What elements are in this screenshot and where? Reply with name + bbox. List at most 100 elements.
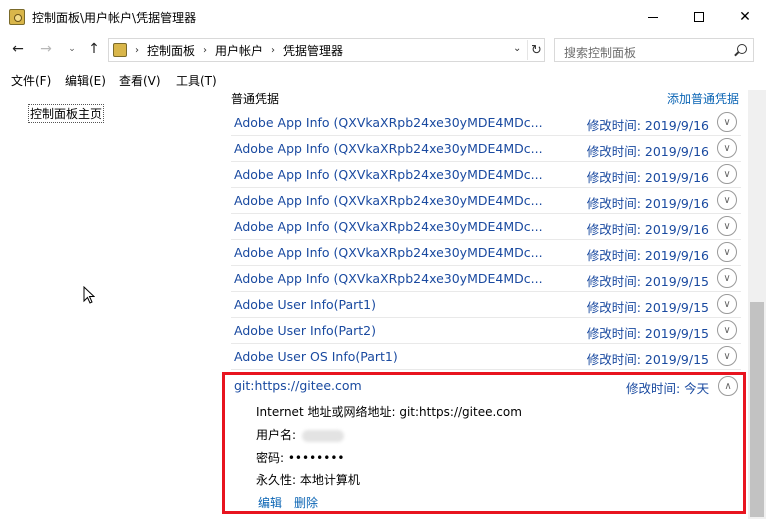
- close-button[interactable]: ✕: [722, 0, 768, 34]
- menu-file[interactable]: 文件(F): [11, 72, 51, 89]
- credential-name[interactable]: Adobe App Info (QXVkaXRpb24xe30yMDE4MDc.…: [234, 141, 543, 156]
- breadcrumb-separator-icon[interactable]: ›: [203, 45, 207, 56]
- back-arrow-icon: ←: [12, 41, 24, 57]
- menu-edit[interactable]: 编辑(E): [65, 72, 106, 89]
- recent-locations-button[interactable]: ⌄: [62, 39, 82, 59]
- chevron-down-icon: ∨: [723, 194, 731, 206]
- control-panel-home-link[interactable]: 控制面板主页: [28, 104, 105, 123]
- expanded-credential: git:https://gitee.com 修改时间: 今天 ∧ Interne…: [222, 372, 746, 514]
- credential-name[interactable]: Adobe App Info (QXVkaXRpb24xe30yMDE4MDc.…: [234, 245, 543, 260]
- forward-arrow-icon: →: [40, 41, 52, 57]
- credential-row[interactable]: Adobe App Info (QXVkaXRpb24xe30yMDE4MDc.…: [231, 136, 741, 162]
- breadcrumb-control-panel[interactable]: 控制面板: [147, 42, 195, 59]
- credential-row[interactable]: Adobe User OS Info(Part1) 修改时间: 2019/9/15…: [231, 344, 741, 370]
- credential-modified: 修改时间: 2019/9/16: [586, 196, 709, 211]
- chevron-down-icon: ∨: [723, 298, 731, 310]
- credential-password: 密码: ••••••••: [256, 451, 345, 465]
- chevron-up-icon: ∧: [724, 380, 732, 392]
- credential-row[interactable]: Adobe App Info (QXVkaXRpb24xe30yMDE4MDc.…: [231, 266, 741, 292]
- credential-modified: 修改时间: 2019/9/15: [586, 326, 709, 341]
- refresh-icon: ↻: [531, 42, 542, 58]
- credential-name[interactable]: Adobe User OS Info(Part1): [234, 349, 398, 364]
- credential-modified: 修改时间: 2019/9/16: [586, 222, 709, 237]
- breadcrumb-separator-icon[interactable]: ›: [271, 45, 275, 56]
- credential-row[interactable]: Adobe User Info(Part1) 修改时间: 2019/9/15 ∨: [231, 292, 741, 318]
- credential-name[interactable]: Adobe User Info(Part1): [234, 297, 376, 312]
- title-bar: 控制面板\用户帐户\凭据管理器 ✕: [0, 0, 768, 34]
- forward-button[interactable]: →: [36, 39, 56, 59]
- expand-button[interactable]: ∨: [717, 294, 737, 314]
- expand-button[interactable]: ∨: [717, 164, 737, 184]
- credential-name[interactable]: Adobe App Info (QXVkaXRpb24xe30yMDE4MDc.…: [234, 115, 543, 130]
- control-panel-icon: [113, 43, 127, 57]
- credential-modified: 修改时间: 今天: [626, 381, 710, 396]
- menu-bar: 文件(F) 编辑(E) 查看(V) 工具(T): [0, 68, 768, 90]
- credential-name[interactable]: Adobe User Info(Part2): [234, 323, 376, 338]
- control-panel-icon: [9, 9, 25, 25]
- maximize-button[interactable]: [676, 0, 722, 34]
- add-generic-credential-link[interactable]: 添加普通凭据: [667, 90, 739, 107]
- maximize-icon: [694, 12, 704, 22]
- expand-button[interactable]: ∨: [717, 112, 737, 132]
- edit-link[interactable]: 编辑: [258, 494, 282, 511]
- expand-button[interactable]: ∨: [717, 320, 737, 340]
- minimize-icon: [648, 16, 658, 18]
- credential-name[interactable]: Adobe App Info (QXVkaXRpb24xe30yMDE4MDc.…: [234, 219, 543, 234]
- chevron-down-icon: ∨: [723, 350, 731, 362]
- expand-button[interactable]: ∨: [717, 190, 737, 210]
- chevron-down-icon: ∨: [723, 168, 731, 180]
- menu-view[interactable]: 查看(V): [119, 72, 161, 89]
- credential-modified: 修改时间: 2019/9/15: [586, 274, 709, 289]
- collapse-button[interactable]: ∧: [718, 376, 738, 396]
- chevron-down-icon: ∨: [723, 272, 731, 284]
- up-arrow-icon: ↑: [88, 41, 100, 57]
- back-button[interactable]: ←: [8, 39, 28, 59]
- expand-button[interactable]: ∨: [717, 242, 737, 262]
- credential-row[interactable]: Adobe App Info (QXVkaXRpb24xe30yMDE4MDc.…: [231, 188, 741, 214]
- search-input[interactable]: 搜索控制面板: [554, 38, 754, 62]
- chevron-down-icon: ∨: [723, 246, 731, 258]
- credential-name[interactable]: Adobe App Info (QXVkaXRpb24xe30yMDE4MDc.…: [234, 271, 543, 286]
- credential-name[interactable]: git:https://gitee.com: [234, 378, 362, 393]
- up-button[interactable]: ↑: [84, 39, 104, 59]
- chevron-down-icon: ⌄: [68, 44, 76, 54]
- chevron-down-icon: ∨: [723, 142, 731, 154]
- search-placeholder: 搜索控制面板: [564, 46, 637, 60]
- expand-button[interactable]: ∨: [717, 268, 737, 288]
- delete-link[interactable]: 删除: [294, 494, 318, 511]
- address-bar[interactable]: › 控制面板 › 用户帐户 › 凭据管理器 ⌄ ↻: [108, 38, 545, 62]
- credential-row[interactable]: Adobe User Info(Part2) 修改时间: 2019/9/15 ∨: [231, 318, 741, 344]
- search-icon[interactable]: [737, 44, 747, 54]
- menu-tools[interactable]: 工具(T): [176, 72, 217, 89]
- navigation-bar: ← → ⌄ ↑ › 控制面板 › 用户帐户 › 凭据管理器 ⌄ ↻ 搜索控制面板: [0, 34, 768, 66]
- credential-modified: 修改时间: 2019/9/16: [586, 144, 709, 159]
- credential-row[interactable]: Adobe App Info (QXVkaXRpb24xe30yMDE4MDc.…: [231, 214, 741, 240]
- credential-row[interactable]: Adobe App Info (QXVkaXRpb24xe30yMDE4MDc.…: [231, 240, 741, 266]
- breadcrumb-credential-manager[interactable]: 凭据管理器: [283, 42, 343, 59]
- credential-modified: 修改时间: 2019/9/15: [586, 300, 709, 315]
- credential-username: 用户名:: [256, 426, 345, 443]
- breadcrumb-user-accounts[interactable]: 用户帐户: [215, 42, 263, 59]
- credential-modified: 修改时间: 2019/9/15: [586, 352, 709, 367]
- username-label: 用户名:: [256, 428, 297, 442]
- minimize-button[interactable]: [630, 0, 676, 34]
- mouse-cursor-icon: [83, 286, 95, 304]
- chevron-down-icon: ∨: [723, 220, 731, 232]
- credential-modified: 修改时间: 2019/9/16: [586, 118, 709, 133]
- generic-credentials-heading: 普通凭据: [231, 92, 280, 106]
- credential-name[interactable]: Adobe App Info (QXVkaXRpb24xe30yMDE4MDc.…: [234, 167, 543, 182]
- credential-row[interactable]: Adobe App Info (QXVkaXRpb24xe30yMDE4MDc.…: [231, 162, 741, 188]
- vertical-scrollbar[interactable]: [748, 90, 766, 519]
- close-icon: ✕: [739, 9, 751, 25]
- refresh-button[interactable]: ↻: [527, 40, 545, 60]
- expand-button[interactable]: ∨: [717, 216, 737, 236]
- credential-row[interactable]: Adobe App Info (QXVkaXRpb24xe30yMDE4MDc.…: [231, 110, 741, 136]
- address-dropdown-icon[interactable]: ⌄: [513, 43, 521, 54]
- scrollbar-thumb[interactable]: [750, 302, 764, 517]
- expand-button[interactable]: ∨: [717, 346, 737, 366]
- credential-address: Internet 地址或网络地址: git:https://gitee.com: [256, 405, 522, 419]
- breadcrumb-separator-icon: ›: [135, 44, 139, 56]
- window-title: 控制面板\用户帐户\凭据管理器: [32, 11, 197, 25]
- credential-name[interactable]: Adobe App Info (QXVkaXRpb24xe30yMDE4MDc.…: [234, 193, 543, 208]
- expand-button[interactable]: ∨: [717, 138, 737, 158]
